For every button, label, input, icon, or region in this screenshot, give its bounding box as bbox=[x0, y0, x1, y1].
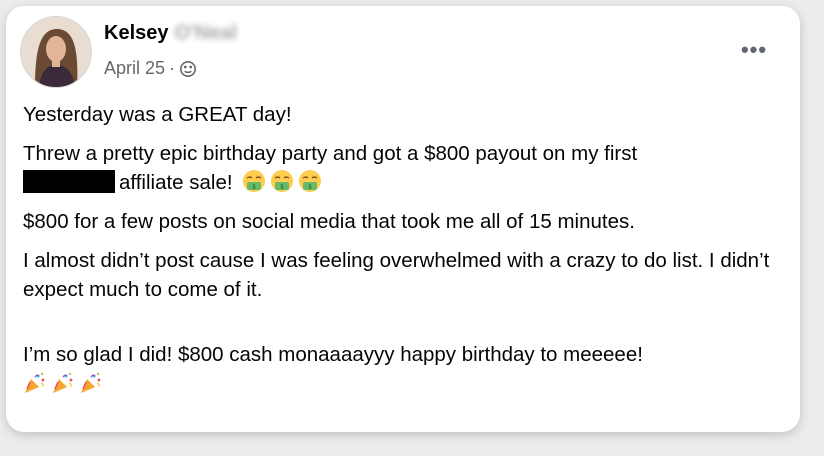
party-popper-emoji bbox=[79, 371, 103, 395]
party-popper-emoji bbox=[23, 371, 47, 395]
post-paragraph: Yesterday was a GREAT day! bbox=[23, 103, 292, 126]
svg-text:$: $ bbox=[252, 184, 256, 191]
money-mouth-face-emoji: $ bbox=[242, 169, 266, 193]
author-last-name-blurred[interactable]: O'Neal bbox=[175, 22, 238, 45]
money-mouth-face-emoji: $ bbox=[270, 169, 294, 193]
author-avatar[interactable] bbox=[20, 16, 92, 88]
post-paragraph: I’m so glad I did! $800 cash monaaaayyy … bbox=[23, 340, 783, 369]
post-text-line: affiliate sale! bbox=[119, 171, 233, 194]
post-card: Kelsey O'Neal April 25 · ••• Yesterday w… bbox=[6, 6, 800, 432]
svg-text:$: $ bbox=[280, 184, 284, 191]
author-name[interactable]: Kelsey O'Neal bbox=[104, 22, 237, 45]
post-text-line: Threw a pretty epic birthday party and g… bbox=[23, 142, 638, 165]
redacted-block bbox=[23, 170, 115, 193]
post-paragraph: I almost didn’t post cause I was feeling… bbox=[23, 249, 770, 301]
post-body: Yesterday was a GREAT day! Threw a prett… bbox=[23, 100, 783, 395]
post-meta: April 25 · bbox=[104, 58, 197, 79]
meta-separator: · bbox=[169, 58, 176, 78]
money-mouth-face-emoji: $ bbox=[298, 169, 322, 193]
post-paragraph: Threw a pretty epic birthday party and g… bbox=[23, 139, 783, 197]
post-date[interactable]: April 25 bbox=[104, 58, 165, 79]
emoji-group: $ $ $ bbox=[242, 169, 322, 193]
post-paragraph: $800 for a few posts on social media tha… bbox=[23, 210, 635, 233]
emoji-group bbox=[23, 371, 783, 395]
author-first-name[interactable]: Kelsey bbox=[104, 22, 169, 45]
public-globe-icon[interactable] bbox=[179, 60, 197, 78]
svg-text:$: $ bbox=[308, 184, 312, 191]
more-options-icon[interactable]: ••• bbox=[734, 30, 774, 70]
party-popper-emoji bbox=[51, 371, 75, 395]
post-text-line: I’m so glad I did! $800 cash monaaaayyy … bbox=[23, 343, 643, 366]
